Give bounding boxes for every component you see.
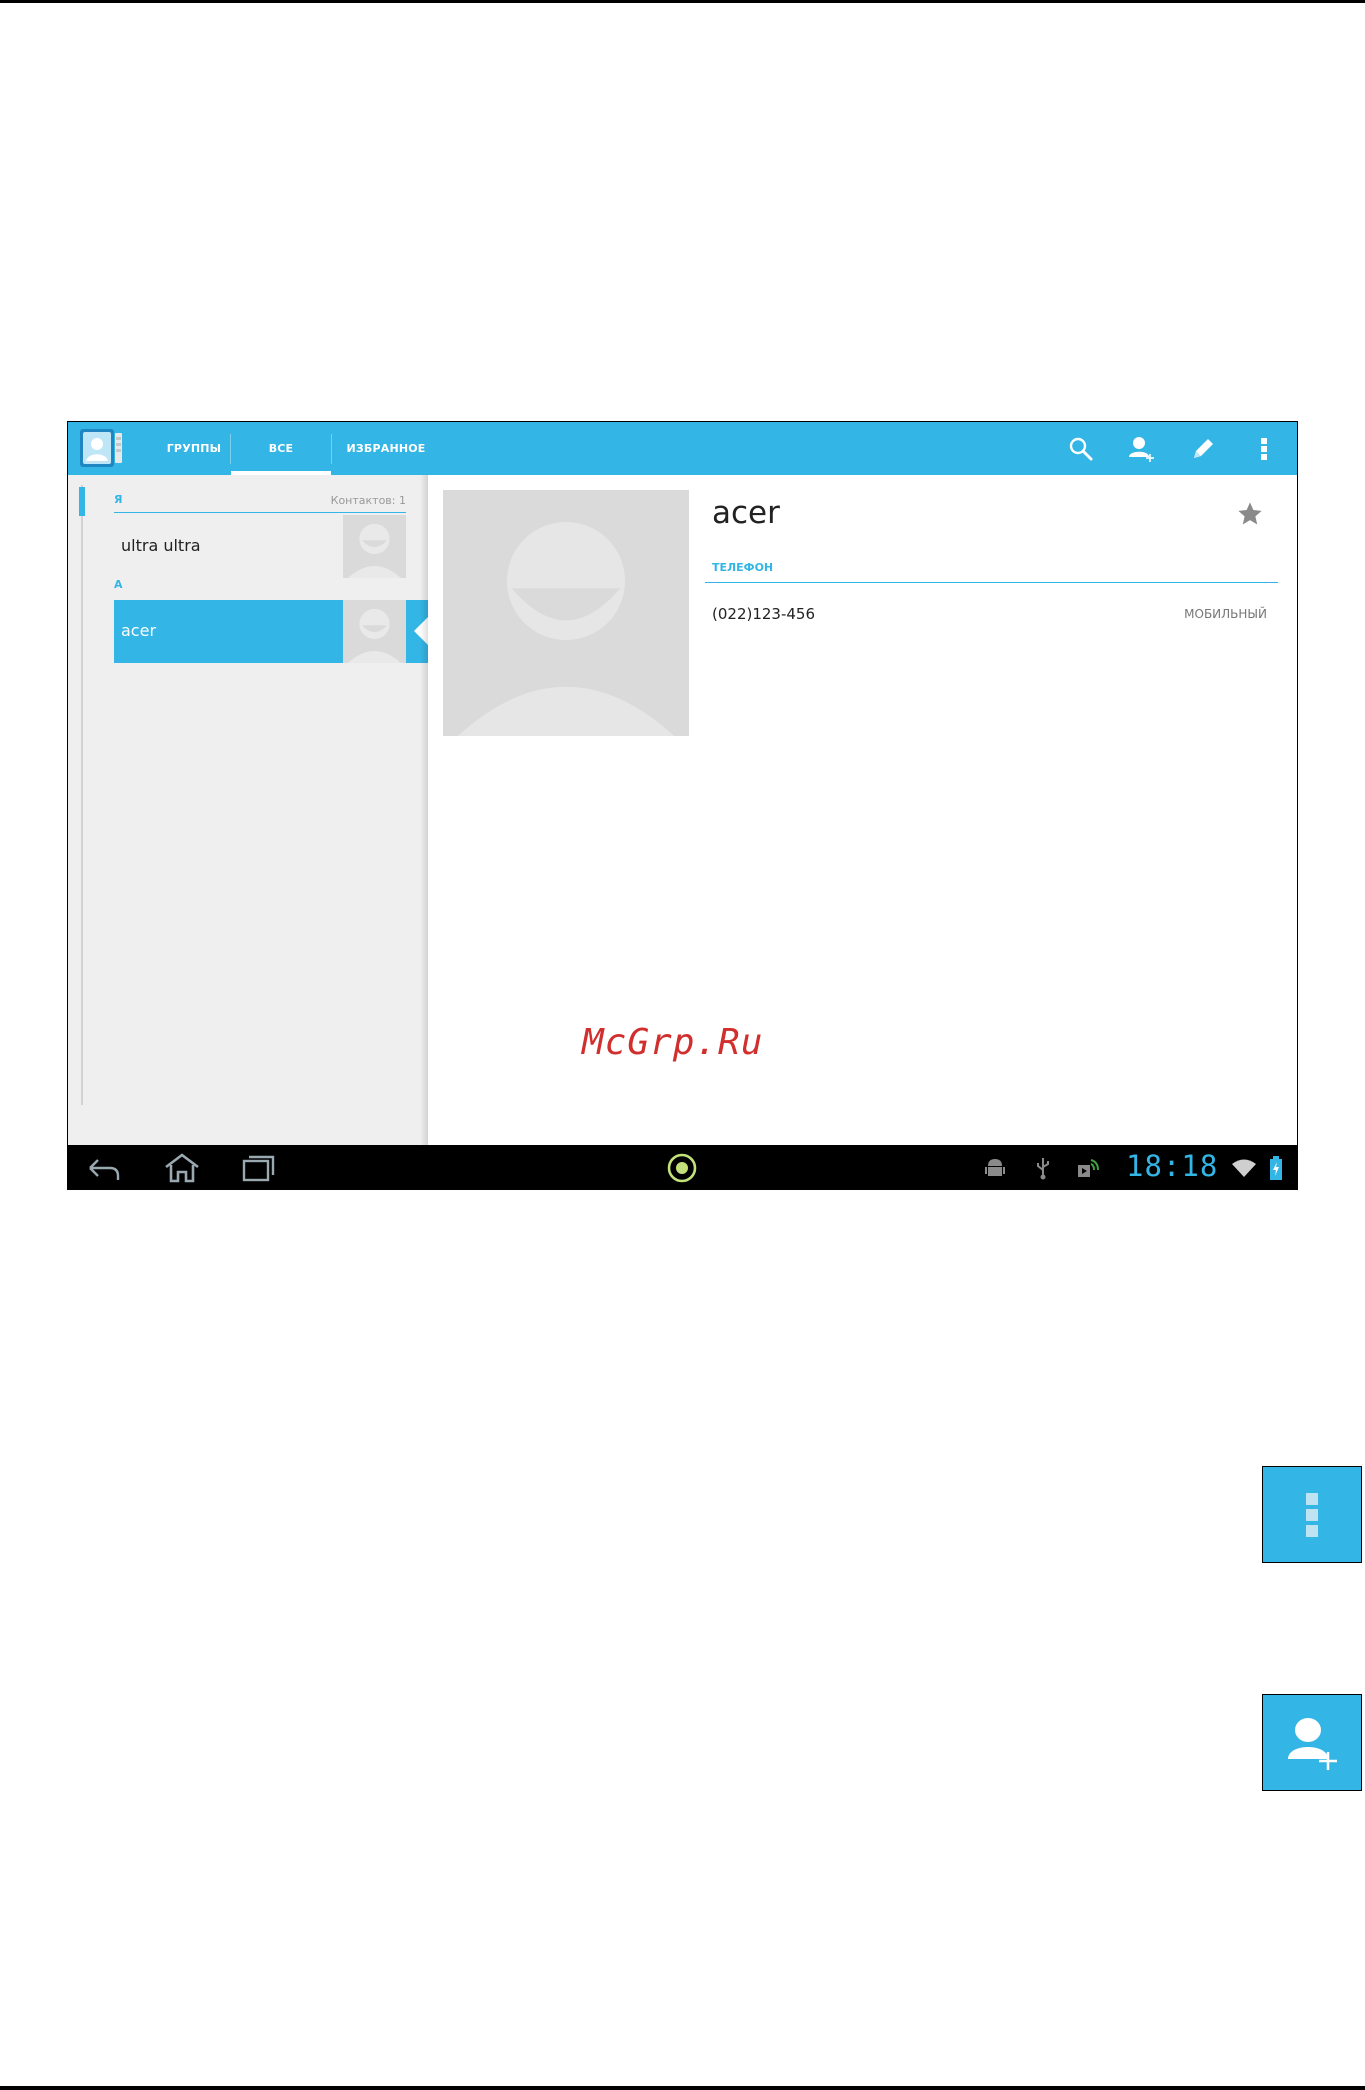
star-icon[interactable] xyxy=(1236,500,1264,528)
selection-notch xyxy=(414,617,428,645)
contact-photo[interactable] xyxy=(443,490,689,736)
record-indicator-icon xyxy=(667,1153,697,1183)
fast-scroll-thumb[interactable] xyxy=(79,487,85,516)
default-avatar-icon xyxy=(348,608,401,663)
bottom-rule xyxy=(0,2086,1365,2090)
edit-icon xyxy=(1194,439,1213,458)
recent-apps-button[interactable] xyxy=(238,1151,278,1185)
section-header-me: Я Контактов: 1 xyxy=(114,493,406,513)
add-contact-icon xyxy=(1129,437,1154,462)
section-letter: Я xyxy=(114,493,123,506)
tab-all[interactable]: ВСЕ xyxy=(231,422,331,475)
contact-thumbnail xyxy=(343,515,406,578)
edit-button[interactable] xyxy=(1185,431,1221,467)
tablet-screenshot: ГРУППЫ ВСЕ ИЗБРАННОЕ Я Контактов: 1 ultr… xyxy=(67,421,1298,1190)
home-button[interactable] xyxy=(162,1151,202,1185)
overflow-menu-icon-tile xyxy=(1262,1466,1362,1563)
system-navigation-bar: 18:18 xyxy=(68,1145,1297,1189)
add-contact-button[interactable] xyxy=(1124,431,1160,467)
search-button[interactable] xyxy=(1063,431,1099,467)
tab-favorites[interactable]: ИЗБРАННОЕ xyxy=(331,422,441,475)
fast-scroll-track[interactable] xyxy=(81,485,83,1105)
phone-section-header: ТЕЛЕФОН xyxy=(705,561,1278,583)
add-contact-icon-tile xyxy=(1262,1694,1362,1791)
contact-display-name: acer xyxy=(712,495,780,531)
section-letter: А xyxy=(114,578,123,591)
battery-charging-icon xyxy=(1270,1156,1282,1180)
section-header-a: А xyxy=(114,578,406,598)
status-clock[interactable]: 18:18 xyxy=(1126,1149,1218,1183)
usb-icon xyxy=(1037,1158,1049,1180)
android-debug-icon xyxy=(985,1159,1005,1176)
media-playback-icon xyxy=(1078,1159,1099,1177)
list-item[interactable]: ultra ultra xyxy=(114,515,406,578)
overflow-menu-icon xyxy=(1261,438,1267,460)
watermark: McGrp.Ru xyxy=(582,1022,764,1063)
action-bar: ГРУППЫ ВСЕ ИЗБРАННОЕ xyxy=(68,422,1297,475)
center-notification-dot[interactable] xyxy=(664,1151,700,1185)
wifi-status[interactable] xyxy=(1230,1151,1258,1185)
usb-status[interactable] xyxy=(1030,1151,1056,1185)
contact-count: Контактов: 1 xyxy=(330,494,406,507)
media-status[interactable] xyxy=(1074,1151,1102,1185)
back-icon xyxy=(89,1159,120,1180)
contact-thumbnail xyxy=(343,600,406,663)
phone-type-label: МОБИЛЬНЫЙ xyxy=(1184,607,1267,621)
default-avatar-icon xyxy=(457,521,675,736)
phone-number[interactable]: (022)123-456 xyxy=(712,605,815,623)
contacts-app-icon[interactable] xyxy=(80,429,122,467)
add-contact-icon xyxy=(1288,1717,1337,1770)
wifi-icon xyxy=(1232,1159,1256,1177)
overflow-menu-icon xyxy=(1306,1492,1318,1537)
default-avatar-icon xyxy=(348,523,401,578)
contact-name: ultra ultra xyxy=(121,536,201,555)
recent-apps-icon xyxy=(242,1155,275,1182)
home-icon xyxy=(165,1153,199,1183)
back-button[interactable] xyxy=(84,1151,124,1185)
debug-status[interactable] xyxy=(980,1151,1010,1185)
top-rule xyxy=(0,0,1365,3)
contact-list-pane: Я Контактов: 1 ultra ultra А acer xyxy=(68,475,428,1145)
contact-name: acer xyxy=(121,621,157,640)
list-item-selected[interactable]: acer xyxy=(114,600,428,663)
overflow-menu-button[interactable] xyxy=(1246,431,1282,467)
contact-detail-pane: acer ТЕЛЕФОН (022)123-456 МОБИЛЬНЫЙ xyxy=(428,475,1297,1145)
search-icon xyxy=(1069,437,1093,461)
battery-status[interactable] xyxy=(1266,1151,1286,1185)
